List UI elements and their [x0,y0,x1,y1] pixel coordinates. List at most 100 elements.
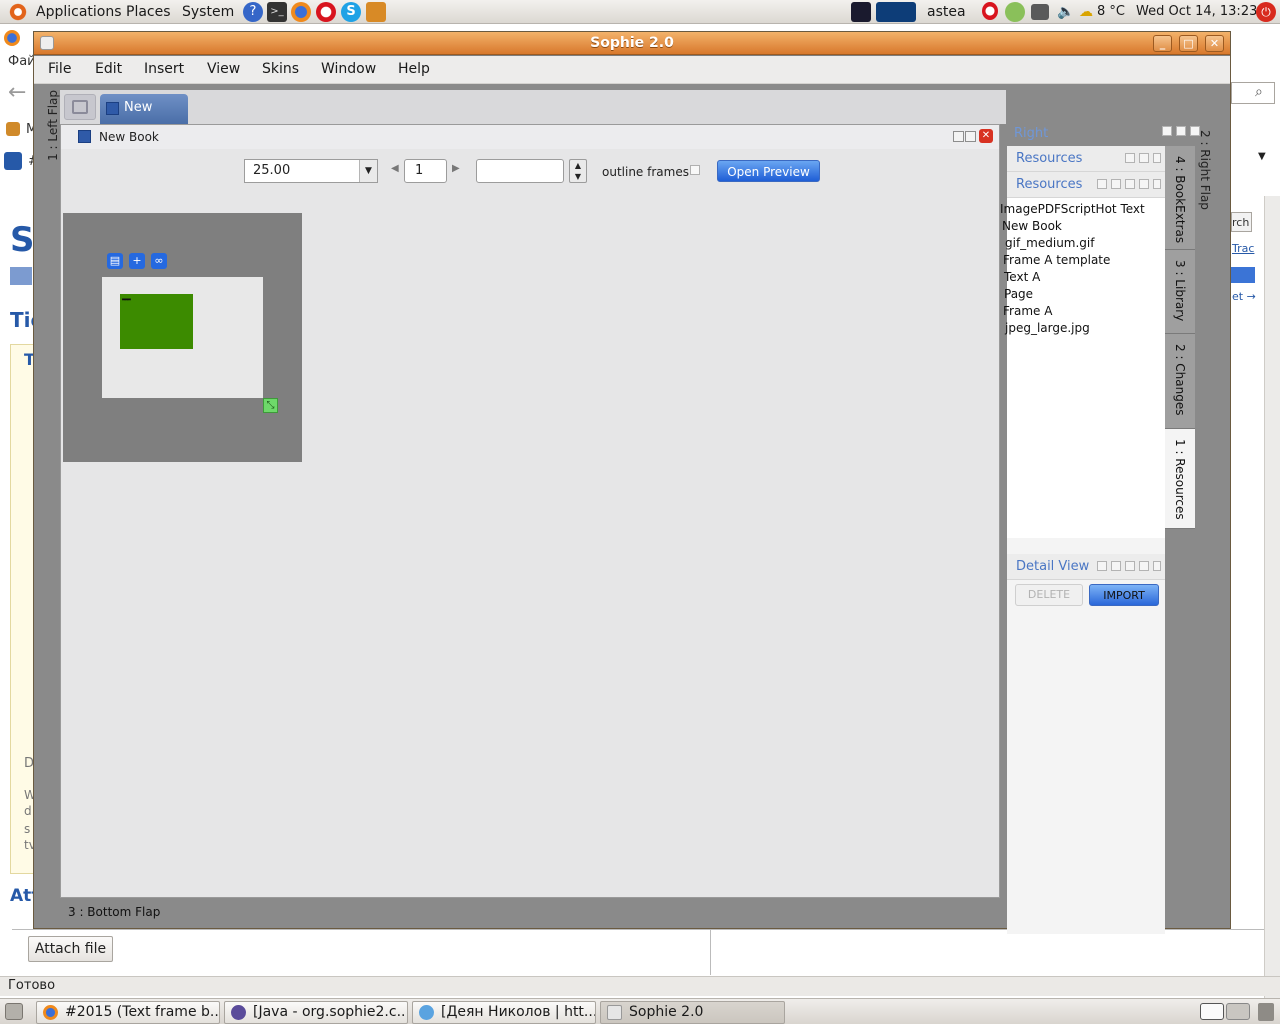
minimize-icon[interactable] [1097,561,1107,571]
ubuntu-logo-icon[interactable] [8,2,28,22]
next-page-icon[interactable]: ▶ [452,163,460,174]
next-link-fragment[interactable]: et → [1232,290,1256,303]
pin-icon[interactable] [1125,561,1135,571]
tab-changes[interactable]: 2 : Changes [1165,334,1195,429]
opera-icon[interactable] [316,2,336,22]
menu-fragment[interactable]: Фай [8,54,36,69]
weather-temperature[interactable]: 8 °C [1097,0,1125,24]
zoom-combo[interactable]: 25.00 ▼ [244,159,378,183]
skype-icon[interactable]: S [341,2,361,22]
shutdown-icon[interactable]: ⏻ [1256,2,1276,22]
clock[interactable]: Wed Oct 14, 13:23 [1136,0,1257,24]
places-menu[interactable]: Places [126,0,171,24]
opera-tray-icon[interactable] [982,2,998,20]
taskbar-item-eclipse[interactable]: [Java - org.sophie2.c... [224,1001,408,1024]
applications-menu[interactable]: Applications [36,0,122,24]
detach-frame-icon[interactable] [965,131,976,142]
list-item[interactable]: New Book [1002,219,1062,233]
tab-library[interactable]: 3 : Library [1165,250,1195,334]
help-icon[interactable]: ? [243,2,263,22]
background-scrollbar[interactable] [1264,196,1280,1000]
system-menu[interactable]: System [182,0,234,24]
list-item[interactable]: ImagePDFScriptHot Text [1000,202,1145,216]
highlight-link-fragment[interactable] [1231,267,1255,283]
resources-header-inner[interactable]: Resources [1007,172,1165,198]
close-icon[interactable] [1153,153,1161,163]
pin-icon[interactable] [1125,179,1135,189]
spinner-field[interactable] [476,159,564,183]
page-number-field[interactable]: 1 [404,159,447,183]
book-workspace[interactable]: ▤ + ∞ ▬▬▬ ⤡ [63,213,302,462]
tab-resources[interactable]: 1 : Resources [1165,429,1195,529]
previous-page-icon[interactable]: ◀ [391,163,399,174]
list-item[interactable]: Text A [1004,270,1040,284]
pin-icon[interactable] [1162,126,1172,136]
menu-skins[interactable]: Skins [262,61,299,77]
taskbar-item-chat[interactable]: [Деян Николов | htt... [412,1001,596,1024]
detach-icon[interactable] [1139,561,1149,571]
list-item[interactable]: Frame A template [1003,253,1110,267]
delete-button[interactable]: DELETE [1015,584,1083,606]
terminal-icon[interactable]: >_ [267,2,287,22]
restore-frame-icon[interactable] [953,131,964,142]
detail-view-header[interactable]: Detail View [1007,554,1165,580]
resources-list[interactable]: ImagePDFScriptHot Text New Book gif_medi… [1000,198,1165,538]
volume-icon[interactable]: 🔈 [1057,2,1074,22]
outline-frames-checkbox[interactable] [690,165,700,175]
menu-view[interactable]: View [207,61,240,77]
link-icon[interactable]: ∞ [151,253,167,269]
text-frame[interactable]: ▬▬▬ [120,294,193,349]
menu-file[interactable]: File [48,61,71,77]
menu-insert[interactable]: Insert [144,61,184,77]
tab-list-arrow-icon[interactable]: ▼ [1258,150,1272,164]
network-icon[interactable] [1031,4,1049,20]
tab-new-book[interactable]: New Book [100,94,188,143]
maximize-icon[interactable] [1111,179,1121,189]
butterfly-icon[interactable] [366,2,386,22]
attach-file-button[interactable]: Attach file [28,936,113,962]
maximize-icon[interactable] [1111,561,1121,571]
workspace-switcher-2-icon[interactable] [1226,1003,1250,1020]
import-button[interactable]: IMPORT [1089,584,1159,606]
workspace-switcher-icon[interactable] [1200,1003,1224,1020]
open-preview-button[interactable]: Open Preview [717,160,820,182]
page-canvas[interactable]: ▬▬▬ [102,277,263,398]
left-flap[interactable]: 1 : Left Flap [46,90,60,170]
trac-link-fragment[interactable]: Trac [1232,242,1254,255]
close-icon[interactable] [1153,561,1161,571]
menu-edit[interactable]: Edit [95,61,122,77]
desktop-tab[interactable] [64,94,96,120]
new-page-icon[interactable]: ▤ [107,253,123,269]
menu-help[interactable]: Help [398,61,430,77]
close-icon[interactable] [1153,179,1161,189]
right-flap[interactable]: 2 : Right Flap [1198,130,1216,250]
user-name[interactable]: astea [927,0,966,24]
close-window-button[interactable]: ✕ [1205,35,1224,52]
sophie-titlebar[interactable]: Sophie 2.0 _ □ ✕ [34,32,1230,55]
taskbar-item-firefox[interactable]: #2015 (Text frame b... [36,1001,220,1024]
detach-icon[interactable] [1139,179,1149,189]
close-book-icon[interactable]: ✕ [979,129,993,143]
show-desktop-icon[interactable] [5,1003,23,1020]
detach-icon[interactable] [1139,153,1149,163]
firefox-icon[interactable] [291,2,311,22]
resize-handle-icon[interactable]: ⤡ [263,398,278,413]
bottom-flap-label[interactable]: 3 : Bottom Flap [68,905,160,919]
trash-icon[interactable] [1258,1003,1274,1021]
tab-book-extras[interactable]: 4 : BookExtras [1165,146,1195,250]
list-item[interactable]: Page [1004,287,1033,301]
resources-header-outer[interactable]: Resources [1007,146,1165,172]
back-arrow-icon[interactable]: ← [8,82,30,104]
update-icon[interactable] [1005,2,1025,22]
minimize-button[interactable]: _ [1153,35,1172,52]
minimize-icon[interactable] [1097,179,1107,189]
restore-icon[interactable] [1176,126,1186,136]
taskbar-item-sophie[interactable]: Sophie 2.0 [600,1001,785,1024]
pin-icon[interactable] [1125,153,1135,163]
list-item[interactable]: Frame A [1003,304,1052,318]
menu-window[interactable]: Window [321,61,376,77]
list-item[interactable]: gif_medium.gif [1005,236,1094,250]
list-item[interactable]: jpeg_large.jpg [1005,321,1090,335]
maximize-button[interactable]: □ [1179,35,1198,52]
chevron-down-icon[interactable]: ▼ [359,160,377,182]
